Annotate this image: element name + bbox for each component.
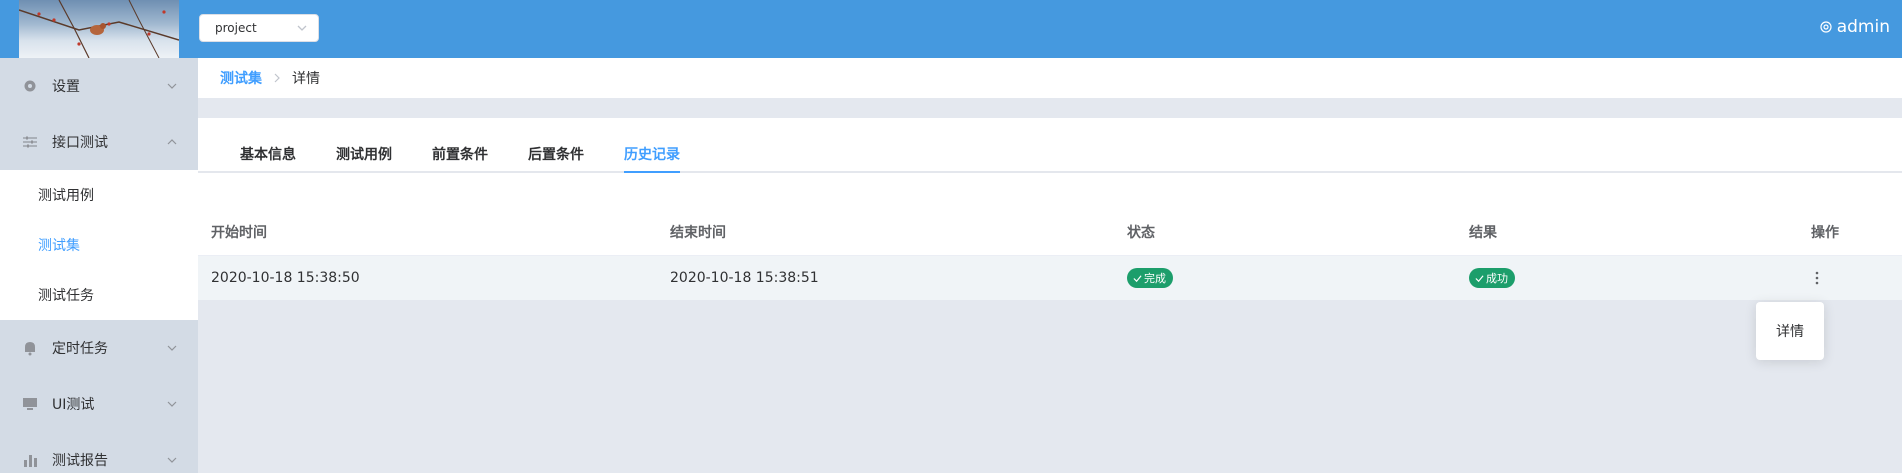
username: admin <box>1836 17 1890 37</box>
dropdown-item-details[interactable]: 详情 <box>1776 321 1804 341</box>
sidebar-item-label: 定时任务 <box>52 341 108 357</box>
more-vertical-icon <box>1815 271 1819 285</box>
cell-end-time: 2020-10-18 15:38:51 <box>670 270 819 286</box>
breadcrumb-link-test-suites[interactable]: 测试集 <box>220 68 262 88</box>
sliders-icon <box>23 136 37 148</box>
chevron-down-icon <box>167 457 177 463</box>
sidebar-item-test-reports[interactable]: 测试报告 <box>0 432 198 473</box>
chevron-right-icon <box>274 73 280 83</box>
chevron-down-icon <box>167 345 177 351</box>
column-header-start-time: 开始时间 <box>211 225 267 241</box>
result-badge-label: 成功 <box>1486 272 1508 285</box>
tab-preconditions[interactable]: 前置条件 <box>432 144 488 173</box>
chevron-up-icon <box>167 139 177 145</box>
sidebar-item-test-tasks[interactable]: 测试任务 <box>0 270 198 320</box>
bar-chart-icon <box>24 455 37 467</box>
tab-test-cases[interactable]: 测试用例 <box>336 144 392 173</box>
gear-icon <box>24 80 36 92</box>
top-header: project admin <box>0 0 1902 58</box>
result-badge: 成功 <box>1469 268 1515 288</box>
actions-dropdown: 详情 <box>1756 302 1824 360</box>
sidebar-item-test-cases[interactable]: 测试用例 <box>0 170 198 220</box>
tab-postconditions[interactable]: 后置条件 <box>528 144 584 173</box>
table-row: 2020-10-18 15:38:50 2020-10-18 15:38:51 … <box>198 255 1902 300</box>
submenu-api-test: 测试用例 测试集 测试任务 <box>0 170 198 320</box>
status-badge: 完成 <box>1127 268 1173 288</box>
sidebar-item-label: UI测试 <box>52 397 95 413</box>
column-header-result: 结果 <box>1469 225 1497 241</box>
sidebar-item-ui-test[interactable]: UI测试 <box>0 376 198 432</box>
tab-history[interactable]: 历史记录 <box>624 144 680 173</box>
table-header: 开始时间 结束时间 状态 结果 操作 <box>198 212 1902 248</box>
logo-image <box>19 0 179 58</box>
check-icon <box>1133 274 1142 282</box>
sidebar-item-test-suites[interactable]: 测试集 <box>0 220 198 270</box>
project-select[interactable]: project <box>199 14 319 42</box>
breadcrumb-current: 详情 <box>292 71 320 87</box>
sidebar-item-api-test[interactable]: 接口测试 <box>0 114 198 170</box>
sidebar-item-label: 设置 <box>52 79 80 95</box>
breadcrumb: 测试集 详情 <box>198 58 1902 98</box>
chevron-down-icon <box>167 401 177 407</box>
bell-icon <box>25 342 35 356</box>
cell-start-time: 2020-10-18 15:38:50 <box>211 270 360 286</box>
column-header-actions: 操作 <box>1811 225 1839 241</box>
chevron-down-icon <box>297 25 307 31</box>
sidebar-item-label: 测试报告 <box>52 453 108 469</box>
gear-icon <box>1820 21 1832 33</box>
more-actions-button[interactable] <box>1807 267 1827 289</box>
sidebar-item-scheduled-tasks[interactable]: 定时任务 <box>0 320 198 376</box>
sidebar-item-label: 接口测试 <box>52 135 108 151</box>
column-header-end-time: 结束时间 <box>670 225 726 241</box>
status-badge-label: 完成 <box>1144 272 1166 285</box>
sidebar-item-settings[interactable]: 设置 <box>0 58 198 114</box>
check-icon <box>1475 274 1484 282</box>
chevron-down-icon <box>167 83 177 89</box>
tab-basic-info[interactable]: 基本信息 <box>240 144 296 173</box>
sidebar: 设置 接口测试 测试用例 测试集 测试任务 定时任务 UI测试 测试报告 <box>0 58 198 473</box>
tab-bar: 基本信息 测试用例 前置条件 后置条件 历史记录 <box>198 118 1902 173</box>
project-select-value: project <box>215 21 257 35</box>
detail-card: 基本信息 测试用例 前置条件 后置条件 历史记录 开始时间 结束时间 状态 结果… <box>198 118 1902 300</box>
monitor-icon <box>23 398 37 410</box>
user-menu[interactable]: admin <box>1819 17 1890 37</box>
column-header-status: 状态 <box>1127 225 1155 241</box>
